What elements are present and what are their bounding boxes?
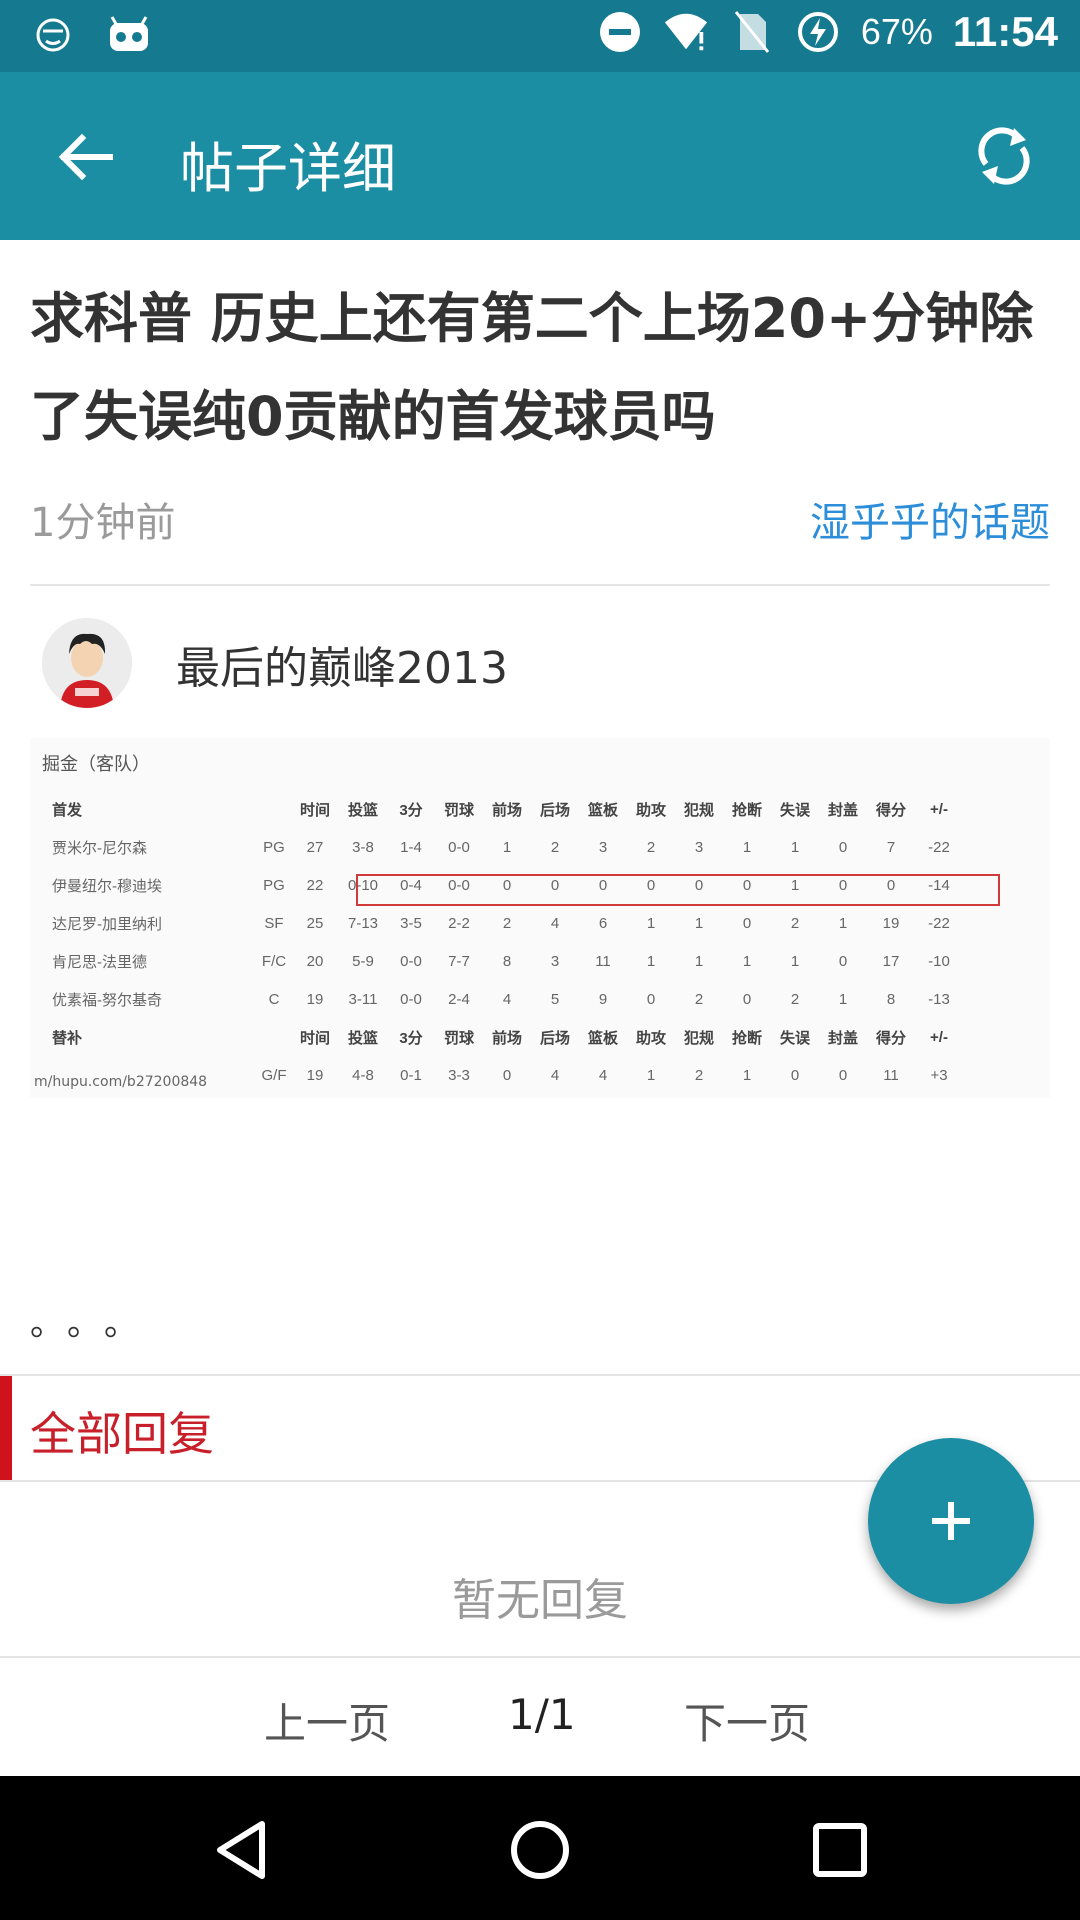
avatar[interactable] [42,618,132,708]
nav-recents-button[interactable] [804,1814,876,1886]
page-indicator: 1/1 [508,1690,576,1739]
pagination: 上一页 1/1 下一页 [0,1690,1080,1770]
box-score-table: 首发 时间 投篮 3分 罚球 前场 后场 篮板 助攻 犯规 抢断 失误 封盖 得… [40,790,963,1094]
page-title: 帖子详细 [180,137,396,200]
topic-link[interactable]: 湿乎乎的话题 [810,490,1050,548]
nav-back-button[interactable] [206,1814,278,1886]
triangle-back-icon [217,1821,265,1879]
next-page-button[interactable]: 下一页 [684,1690,810,1751]
table-header-bench: 替补 时间 投篮 3分 罚球 前场 后场 篮板 助攻 犯规 抢断 失误 封盖 得… [52,1028,948,1047]
author-name[interactable]: 最后的巅峰2013 [176,632,508,696]
post-trailing-text: 。。。 [30,1304,158,1344]
table-row: 优素福-努尔基奇 C 19 3-11 0-0 2-4 45 90 20 21 8 -13 [52,990,950,1009]
circle-home-icon [511,1821,569,1879]
team-label: 掘金（客队） [42,754,150,775]
battery-percent: 67% [860,11,933,52]
post-time: 1分钟前 [30,500,176,546]
user-avatar-icon [42,618,132,708]
app-bar: 帖子详细 [0,72,1080,240]
arrow-left-icon [58,133,113,181]
refresh-button[interactable] [968,120,1040,192]
back-button[interactable] [50,122,120,192]
table-row: 贾米尔-尼尔森 PG 27 3-8 1-4 0-0 12 32 31 10 7 -22 [52,838,950,857]
watermark-text: m/hupu.com/b27200848 [34,1074,208,1090]
plus-icon [932,1502,970,1540]
clock: 11:54 [952,8,1058,55]
table-header-starters: 首发 时间 投篮 3分 罚球 前场 后场 篮板 助攻 犯规 抢断 失误 封盖 得… [52,800,948,819]
wifi-icon [663,9,709,55]
replies-header-label: 全部回复 [30,1407,214,1461]
section-accent-bar [0,1376,12,1480]
do-not-disturb-icon [597,9,643,55]
status-bar: 67% 11:54 [0,0,1080,72]
smiley-icon [30,12,76,58]
table-row: 肯尼思-法里德 F/C 20 5-9 0-0 7-7 83 11 1 11 10 17-… [52,952,950,971]
nav-home-button[interactable] [504,1814,576,1886]
divider [30,584,1050,586]
prev-page-button[interactable]: 上一页 [264,1690,390,1751]
highlight-box [356,874,1000,906]
add-reply-button[interactable] [868,1438,1034,1604]
no-sim-icon [729,9,775,55]
box-score-image[interactable]: 掘金（客队） 首发 时间 投篮 3分 罚球 前场 后场 篮板 助攻 犯规 抢断 … [30,738,1050,1098]
system-nav-bar [0,1776,1080,1920]
post-title: 求科普 历史上还有第二个上场20+分钟除了失误纯0贡献的首发球员吗 [30,287,1034,448]
square-recents-icon [813,1823,867,1877]
android-robot-icon [106,12,152,58]
refresh-icon [978,127,1030,185]
divider [0,1656,1080,1658]
table-row: 达尼罗-加里纳利 SF 25 7-13 3-5 2-2 24 61 10 21 19-… [52,914,950,933]
battery-charging-icon [795,9,841,55]
